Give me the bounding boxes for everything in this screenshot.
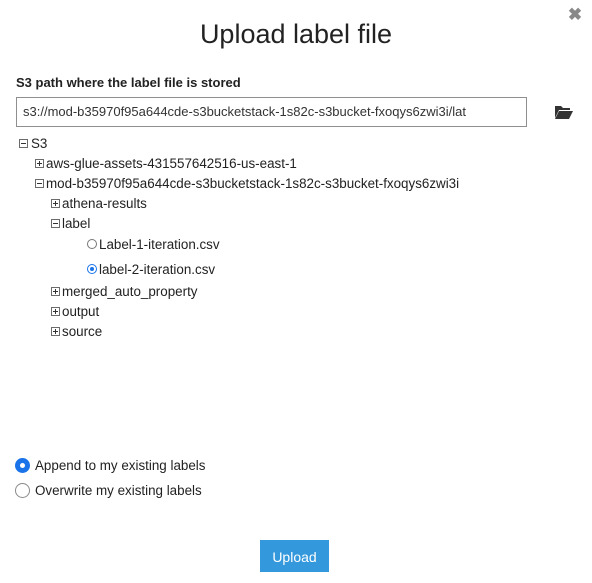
upload-button[interactable]: Upload bbox=[260, 540, 329, 572]
tree-label-source: source bbox=[62, 324, 103, 339]
tree-label-file-2: label-2-iteration.csv bbox=[99, 262, 216, 277]
tree-label-label: label bbox=[62, 216, 91, 231]
expand-icon[interactable] bbox=[51, 287, 60, 296]
append-label: Append to my existing labels bbox=[35, 458, 206, 473]
s3-path-label: S3 path where the label file is stored bbox=[16, 75, 241, 90]
s3-path-input[interactable]: s3://mod-b35970f95a644cde-s3bucketstack-… bbox=[16, 97, 527, 127]
overwrite-label: Overwrite my existing labels bbox=[35, 483, 202, 498]
tree-label-s3: S3 bbox=[31, 136, 48, 151]
file-radio-selected[interactable] bbox=[87, 264, 97, 274]
tree-label-file-1: Label-1-iteration.csv bbox=[99, 237, 220, 252]
collapse-icon[interactable] bbox=[35, 179, 44, 188]
folder-open-icon[interactable] bbox=[554, 104, 574, 120]
expand-icon[interactable] bbox=[51, 327, 60, 336]
collapse-icon[interactable] bbox=[19, 139, 28, 148]
dialog-title: Upload label file bbox=[199, 19, 393, 49]
collapse-icon[interactable] bbox=[51, 219, 60, 228]
tree-label-bucket-glue-assets: aws-glue-assets-431557642516-us-east-1 bbox=[46, 156, 297, 171]
expand-icon[interactable] bbox=[51, 307, 60, 316]
overwrite-radio[interactable] bbox=[15, 483, 30, 498]
tree-label-bucket-mod: mod-b35970f95a644cde-s3bucketstack-1s82c… bbox=[46, 176, 460, 191]
expand-icon[interactable] bbox=[51, 199, 60, 208]
tree-label-output: output bbox=[62, 304, 100, 319]
append-radio[interactable] bbox=[15, 458, 30, 473]
expand-icon[interactable] bbox=[35, 159, 44, 168]
tree-label-merged-auto-property: merged_auto_property bbox=[62, 284, 198, 299]
file-radio[interactable] bbox=[87, 239, 97, 249]
tree-label-athena-results: athena-results bbox=[62, 196, 147, 211]
